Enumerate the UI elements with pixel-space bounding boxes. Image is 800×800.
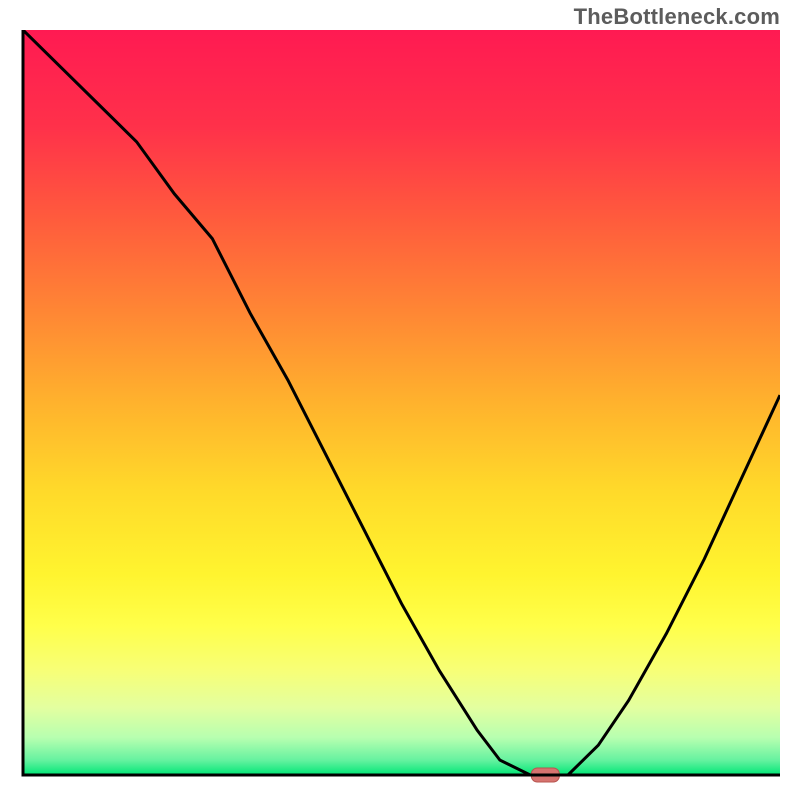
- bottleneck-chart: [0, 0, 800, 800]
- watermark-text: TheBottleneck.com: [574, 4, 780, 30]
- chart-container: TheBottleneck.com: [0, 0, 800, 800]
